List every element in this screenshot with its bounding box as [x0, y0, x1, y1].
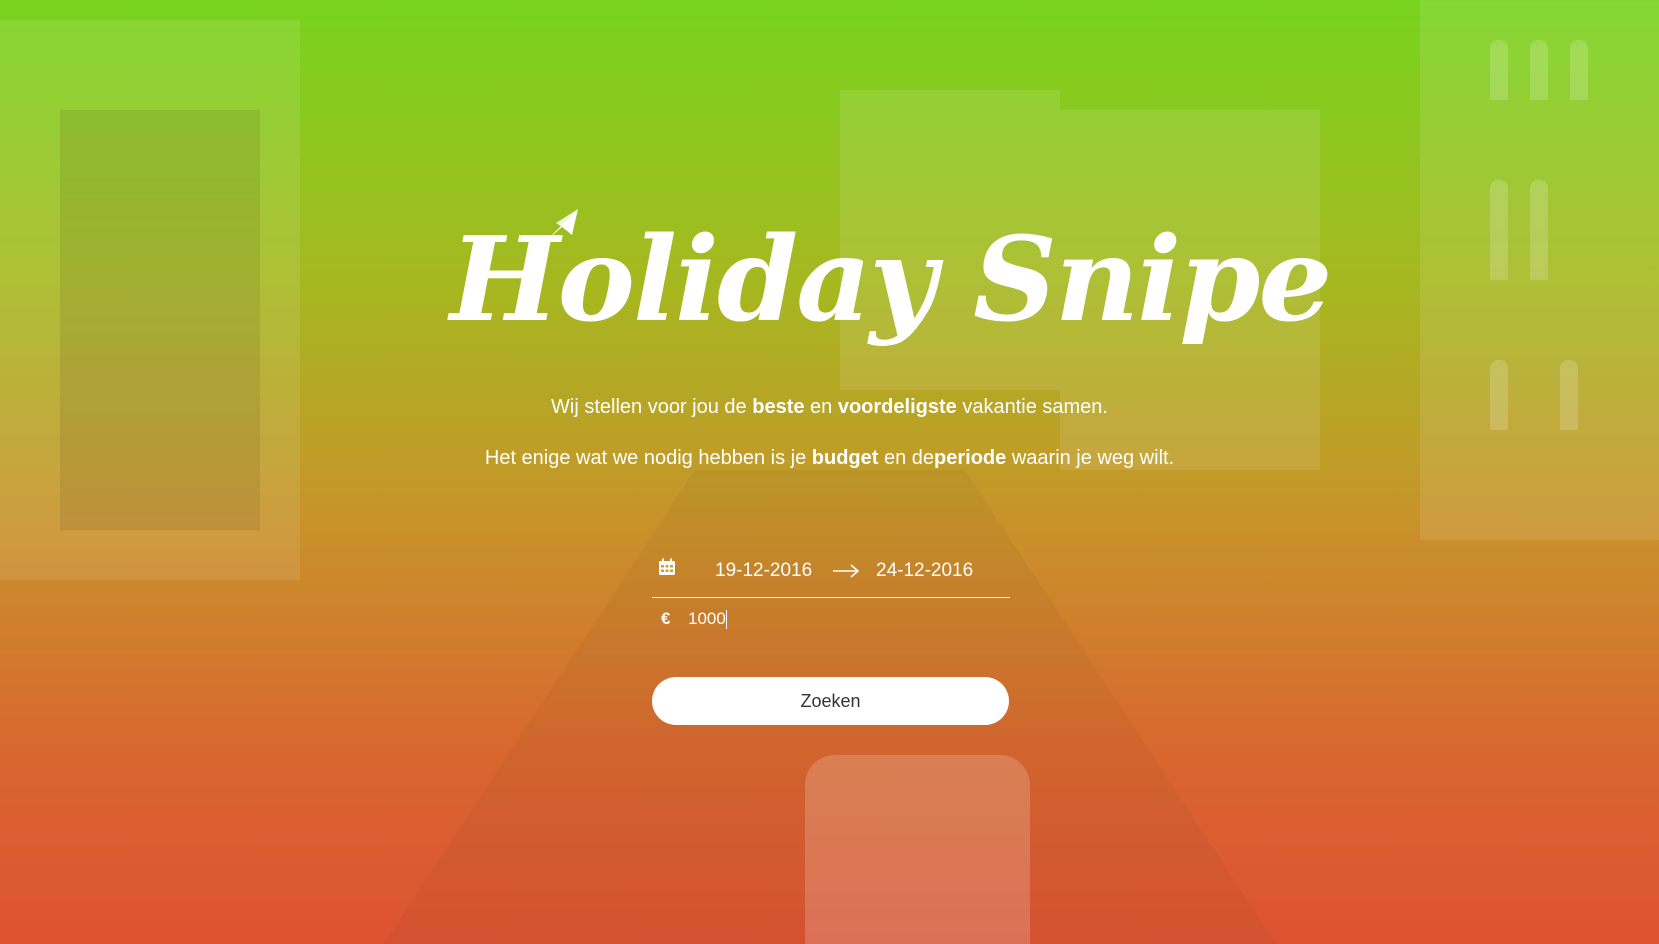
arrow-right-icon	[833, 564, 860, 578]
intro-bold-budget: budget	[811, 447, 879, 469]
boat	[805, 755, 1030, 944]
intro-text: Het enige wat we nodig hebben is je	[484, 447, 812, 469]
date-range-picker[interactable]: 19-12-2016 24-12-2016	[652, 552, 1010, 598]
budget-field[interactable]: €	[652, 598, 1010, 642]
window	[1490, 180, 1508, 280]
calendar-icon	[659, 558, 675, 575]
intro-text: en de	[878, 447, 935, 469]
intro-bold-best: beste	[752, 396, 805, 418]
window	[1560, 360, 1578, 430]
logo: Holiday Snipe	[450, 205, 1332, 375]
intro-text: vakantie samen.	[956, 396, 1108, 418]
intro-line-2: Het enige wat we nodig hebben is je budg…	[0, 447, 1659, 470]
intro-bold-period: periode	[934, 447, 1007, 469]
intro-text: Wij stellen voor jou de	[551, 396, 753, 418]
search-form: 19-12-2016 24-12-2016 €	[652, 552, 1010, 642]
date-from[interactable]: 19-12-2016	[715, 560, 812, 582]
logo-text: Holiday Snipe	[450, 212, 1332, 348]
intro-text: en	[804, 396, 838, 418]
window	[1490, 40, 1508, 100]
intro-line-1: Wij stellen voor jou de beste en voordel…	[0, 396, 1659, 419]
search-button[interactable]: Zoeken	[652, 677, 1009, 725]
date-to[interactable]: 24-12-2016	[876, 560, 973, 582]
text-caret	[726, 610, 727, 629]
paper-plane-icon	[546, 209, 578, 241]
window	[1570, 40, 1588, 100]
window	[1490, 360, 1508, 430]
window	[1530, 40, 1548, 100]
intro-bold-cheapest: voordeligste	[837, 396, 957, 418]
hero-background	[0, 0, 1659, 944]
euro-icon: €	[661, 609, 671, 628]
intro-text: waarin je weg wilt.	[1006, 447, 1175, 469]
budget-input[interactable]	[688, 606, 988, 632]
window	[1530, 180, 1548, 280]
